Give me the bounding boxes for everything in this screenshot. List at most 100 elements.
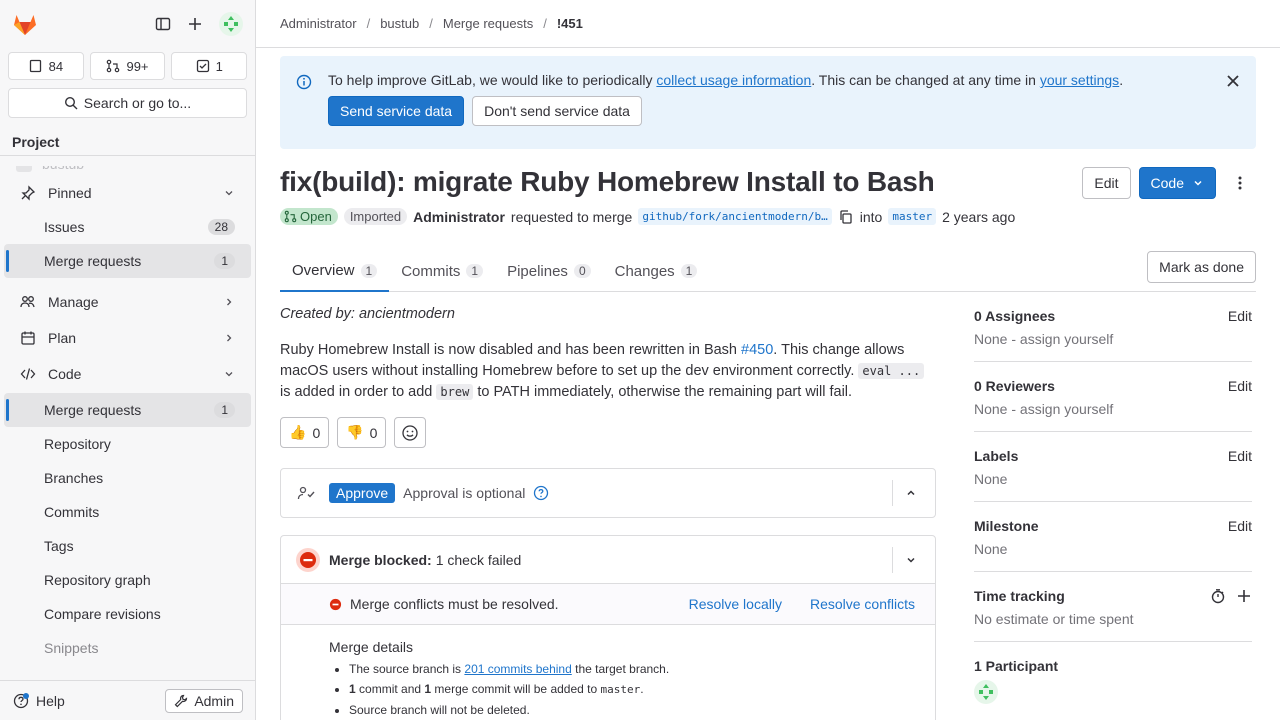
- sidebar-item-pinned[interactable]: Pinned: [4, 176, 251, 210]
- reviewers-edit-button[interactable]: Edit: [1228, 378, 1252, 394]
- approve-button[interactable]: Approve: [329, 483, 396, 503]
- admin-button[interactable]: Admin: [165, 688, 243, 713]
- stopwatch-icon[interactable]: [1210, 588, 1226, 604]
- reviewers-value[interactable]: None - assign yourself: [974, 401, 1252, 417]
- thumbs-up-button[interactable]: 👍 0: [280, 417, 330, 448]
- tab-pipelines[interactable]: Pipelines 0: [495, 251, 603, 291]
- assignees-block: 0 Assignees Edit None - assign yourself: [974, 304, 1252, 362]
- add-reaction-button[interactable]: [394, 417, 427, 448]
- sidebar-item-repository[interactable]: Repository: [4, 427, 251, 461]
- avatar[interactable]: [974, 680, 998, 704]
- sidebar-item-label: Manage: [48, 294, 99, 310]
- sidebar-item-repository-graph[interactable]: Repository graph: [4, 563, 251, 597]
- sidebar-item-commits[interactable]: Commits: [4, 495, 251, 529]
- chevron-up-icon[interactable]: [905, 487, 917, 499]
- resolve-locally-button[interactable]: Resolve locally: [689, 596, 782, 612]
- your-settings-link[interactable]: your settings: [1040, 72, 1119, 88]
- issues-count-button[interactable]: 84: [8, 52, 84, 80]
- sidebar-item-compare-revisions[interactable]: Compare revisions: [4, 597, 251, 631]
- sidebar-item-snippets[interactable]: Snippets: [4, 631, 251, 665]
- help-button[interactable]: Help: [12, 692, 65, 710]
- todos-count-button[interactable]: 1: [171, 52, 248, 80]
- resolve-conflicts-button[interactable]: Resolve conflicts: [810, 596, 915, 612]
- mr-description: Ruby Homebrew Install is now disabled an…: [280, 340, 936, 403]
- commits-behind-link[interactable]: 201 commits behind: [464, 662, 571, 676]
- target-branch[interactable]: master: [888, 208, 937, 225]
- merge-request-open-icon: [284, 210, 297, 223]
- participants-title: 1 Participant: [974, 658, 1059, 674]
- tab-changes[interactable]: Changes 1: [603, 251, 710, 291]
- chevron-down-icon[interactable]: [905, 554, 917, 566]
- code-dropdown-button[interactable]: Code: [1138, 167, 1216, 199]
- sidebar-header: [0, 0, 255, 48]
- faded-project-label: bustub: [42, 166, 84, 172]
- sidebar-item-manage[interactable]: Manage: [4, 285, 251, 319]
- sidebar-item-plan[interactable]: Plan: [4, 321, 251, 355]
- avatar[interactable]: [219, 12, 243, 36]
- breadcrumb-separator: /: [366, 16, 371, 31]
- source-branch[interactable]: github/fork/ancientmodern/b…: [638, 208, 832, 225]
- detail-text: .: [640, 682, 644, 696]
- into-text: into: [859, 208, 883, 225]
- merge-requests-count-button[interactable]: 99+: [89, 52, 166, 80]
- admin-label: Admin: [194, 692, 234, 709]
- search-button[interactable]: Search or go to...: [8, 88, 247, 118]
- breadcrumb-current[interactable]: !451: [557, 16, 583, 31]
- sidebar-item-label: Tags: [44, 538, 74, 554]
- more-actions-icon[interactable]: [1224, 167, 1256, 199]
- info-icon: [296, 74, 312, 90]
- project-nav: Bbustub Pinned Issues 28 Merge requests …: [0, 166, 255, 680]
- inline-code: eval ...: [858, 363, 925, 379]
- merge-blocked-text: 1 check failed: [435, 551, 522, 568]
- assignees-value[interactable]: None - assign yourself: [974, 331, 1252, 347]
- copy-icon[interactable]: [838, 209, 854, 225]
- author-link[interactable]: Administrator: [413, 209, 505, 225]
- approval-text: Approval is optional: [403, 485, 526, 501]
- merge-requests-badge: 1: [214, 402, 235, 418]
- question-icon[interactable]: [533, 485, 549, 501]
- code-icon: [20, 366, 36, 382]
- assignees-edit-button[interactable]: Edit: [1228, 308, 1252, 324]
- issues-badge: 28: [207, 219, 235, 235]
- usage-data-banner: To help improve GitLab, we would like to…: [280, 56, 1256, 149]
- banner-text: .: [1119, 72, 1124, 88]
- milestone-title: Milestone: [974, 518, 1039, 534]
- sidebar-item-label: Branches: [44, 470, 104, 486]
- milestone-edit-button[interactable]: Edit: [1228, 518, 1252, 534]
- labels-edit-button[interactable]: Edit: [1228, 448, 1252, 464]
- sidebar-item-tags[interactable]: Tags: [4, 529, 251, 563]
- plus-icon[interactable]: [1236, 588, 1252, 604]
- mr-meta: Open Imported Administrator requested to…: [280, 208, 1015, 225]
- collect-usage-link[interactable]: collect usage information: [656, 72, 811, 88]
- breadcrumb-administrator[interactable]: Administrator: [280, 16, 357, 31]
- plus-icon[interactable]: [187, 16, 203, 32]
- breadcrumb-merge-requests[interactable]: Merge requests: [443, 16, 533, 31]
- banner-text: . This can be changed at any time in: [811, 72, 1040, 88]
- sidebar-item-code[interactable]: Code: [4, 357, 251, 391]
- edit-button[interactable]: Edit: [1082, 167, 1131, 199]
- tab-commits[interactable]: Commits 1: [389, 251, 495, 291]
- tab-overview[interactable]: Overview 1: [280, 251, 390, 292]
- blocked-status-icon: [295, 547, 321, 573]
- breadcrumb-bustub[interactable]: bustub: [380, 16, 419, 31]
- tab-count: 1: [360, 263, 378, 278]
- send-service-data-button[interactable]: Send service data: [328, 96, 465, 126]
- search-label: Search or go to...: [83, 95, 192, 111]
- gitlab-logo-icon[interactable]: [12, 11, 38, 37]
- mr-body: Created by: ancientmodern Ruby Homebrew …: [280, 300, 936, 720]
- breadcrumb-separator: /: [543, 16, 547, 31]
- sidebar-item-merge-requests[interactable]: Merge requests 1: [4, 393, 251, 427]
- issue-link[interactable]: #450: [741, 342, 773, 358]
- sidebar-toggle-icon[interactable]: [155, 16, 171, 32]
- dont-send-service-data-button[interactable]: Don't send service data: [472, 96, 642, 126]
- mark-as-done-button[interactable]: Mark as done: [1147, 251, 1256, 283]
- thumbs-down-button[interactable]: 👎 0: [337, 417, 387, 448]
- detail-count: 1: [349, 682, 356, 696]
- close-icon[interactable]: [1226, 74, 1240, 88]
- sidebar-item-branches[interactable]: Branches: [4, 461, 251, 495]
- milestone-block: Milestone Edit None: [974, 514, 1252, 572]
- sidebar-item-issues[interactable]: Issues 28: [4, 210, 251, 244]
- sidebar-item-merge-requests-pinned[interactable]: Merge requests 1: [4, 244, 251, 278]
- thumbs-down-icon: 👎: [346, 424, 364, 440]
- reviewers-title: 0 Reviewers: [974, 378, 1055, 394]
